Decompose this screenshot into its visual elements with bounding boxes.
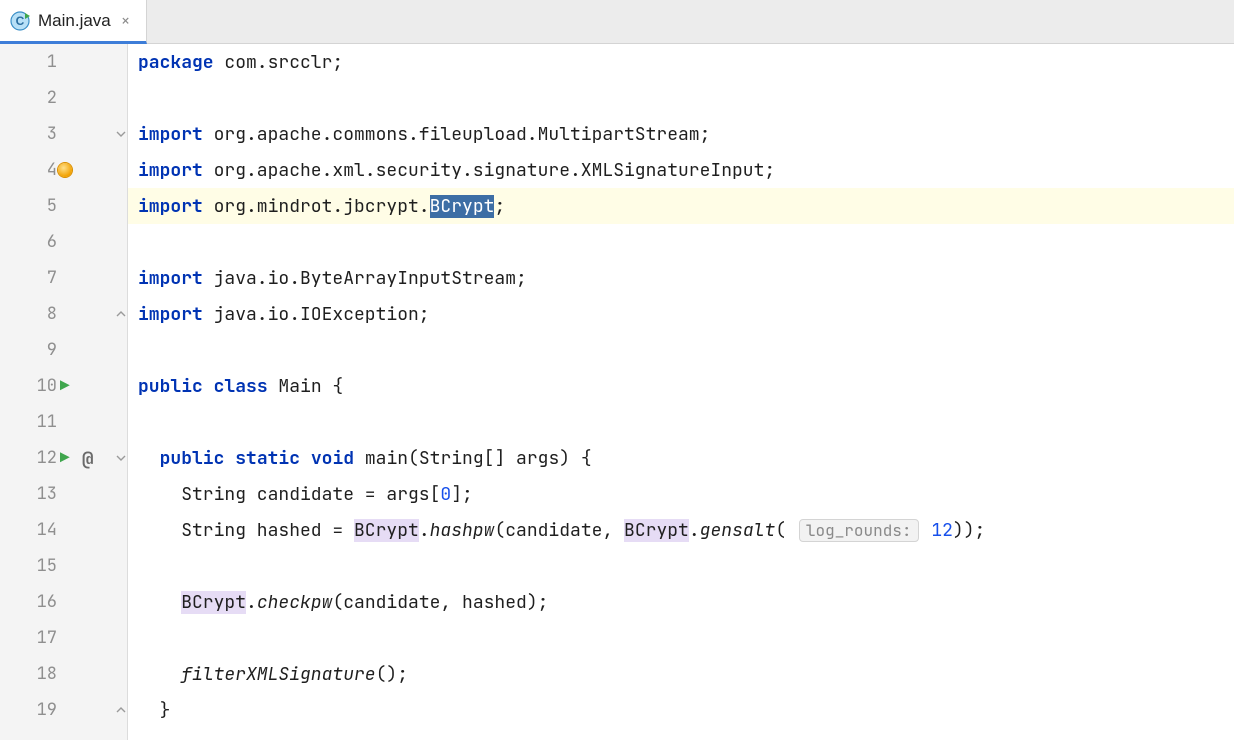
run-gutter-icon[interactable]: ▶ [60, 450, 70, 466]
code-line[interactable] [128, 404, 1234, 440]
gutter-row[interactable]: 9 [0, 332, 127, 368]
editor-tab[interactable]: C Main.java × [0, 0, 147, 44]
fold-toggle-icon[interactable] [115, 308, 127, 320]
override-icon[interactable]: @ [82, 446, 93, 471]
gutter-row[interactable]: 17 [0, 620, 127, 656]
fold-toggle-icon[interactable] [115, 128, 127, 140]
tab-close-button[interactable]: × [119, 10, 133, 31]
code-line-current[interactable]: import org.mindrot.jbcrypt.BCrypt; [128, 188, 1234, 224]
gutter-row[interactable]: 12 ▶ @ [0, 440, 127, 476]
warning-icon[interactable] [58, 163, 72, 177]
code-line[interactable]: import java.io.IOException; [128, 296, 1234, 332]
gutter-row[interactable]: 16 [0, 584, 127, 620]
java-class-icon: C [10, 11, 30, 31]
selection: BCrypt [430, 195, 495, 218]
code-line[interactable]: import java.io.ByteArrayInputStream; [128, 260, 1234, 296]
identifier-usage: BCrypt [624, 519, 689, 542]
identifier-usage: BCrypt [181, 591, 246, 614]
code-line[interactable]: package com.srcclr; [128, 44, 1234, 80]
gutter-row[interactable]: 13 [0, 476, 127, 512]
editor: 1 2 3 4 5 6 7 8 9 10 ▶ 11 12 ▶ @ 13 14 1… [0, 44, 1234, 740]
gutter-row[interactable]: 4 [0, 152, 127, 188]
gutter-row[interactable]: 19 [0, 692, 127, 728]
gutter-row[interactable]: 18 [0, 656, 127, 692]
gutter-row[interactable]: 7 [0, 260, 127, 296]
code-line[interactable]: import org.apache.xml.security.signature… [128, 152, 1234, 188]
code-line[interactable] [128, 80, 1234, 116]
code-line[interactable]: public static void main(String[] args) { [128, 440, 1234, 476]
gutter-row[interactable]: 6 [0, 224, 127, 260]
gutter: 1 2 3 4 5 6 7 8 9 10 ▶ 11 12 ▶ @ 13 14 1… [0, 44, 128, 740]
gutter-row[interactable]: 11 [0, 404, 127, 440]
gutter-row[interactable]: 1 [0, 44, 127, 80]
tab-bar: C Main.java × [0, 0, 1234, 44]
gutter-row[interactable]: 14 [0, 512, 127, 548]
run-gutter-icon[interactable]: ▶ [60, 378, 70, 394]
code-line[interactable] [128, 332, 1234, 368]
gutter-row[interactable]: 15 [0, 548, 127, 584]
gutter-row[interactable]: 2 [0, 80, 127, 116]
code-line[interactable]: public class Main { [128, 368, 1234, 404]
code-line[interactable]: String candidate = args[0]; [128, 476, 1234, 512]
code-line[interactable]: filterXMLSignature(); [128, 656, 1234, 692]
code-line[interactable] [128, 224, 1234, 260]
tab-filename: Main.java [38, 11, 111, 31]
code-line[interactable]: BCrypt.checkpw(candidate, hashed); [128, 584, 1234, 620]
code-line[interactable] [128, 620, 1234, 656]
svg-text:C: C [16, 14, 25, 28]
gutter-row[interactable]: 10 ▶ [0, 368, 127, 404]
code-line[interactable]: import org.apache.commons.fileupload.Mul… [128, 116, 1234, 152]
fold-toggle-icon[interactable] [115, 704, 127, 716]
identifier-usage: BCrypt [354, 519, 419, 542]
code-area[interactable]: package com.srcclr; import org.apache.co… [128, 44, 1234, 740]
gutter-row[interactable]: 3 [0, 116, 127, 152]
code-line[interactable]: } [128, 692, 1234, 728]
parameter-hint: log_rounds: [799, 519, 919, 542]
code-line[interactable] [128, 548, 1234, 584]
gutter-row[interactable]: 5 [0, 188, 127, 224]
gutter-row[interactable]: 8 [0, 296, 127, 332]
code-line[interactable]: String hashed = BCrypt.hashpw(candidate,… [128, 512, 1234, 548]
fold-toggle-icon[interactable] [115, 452, 127, 464]
